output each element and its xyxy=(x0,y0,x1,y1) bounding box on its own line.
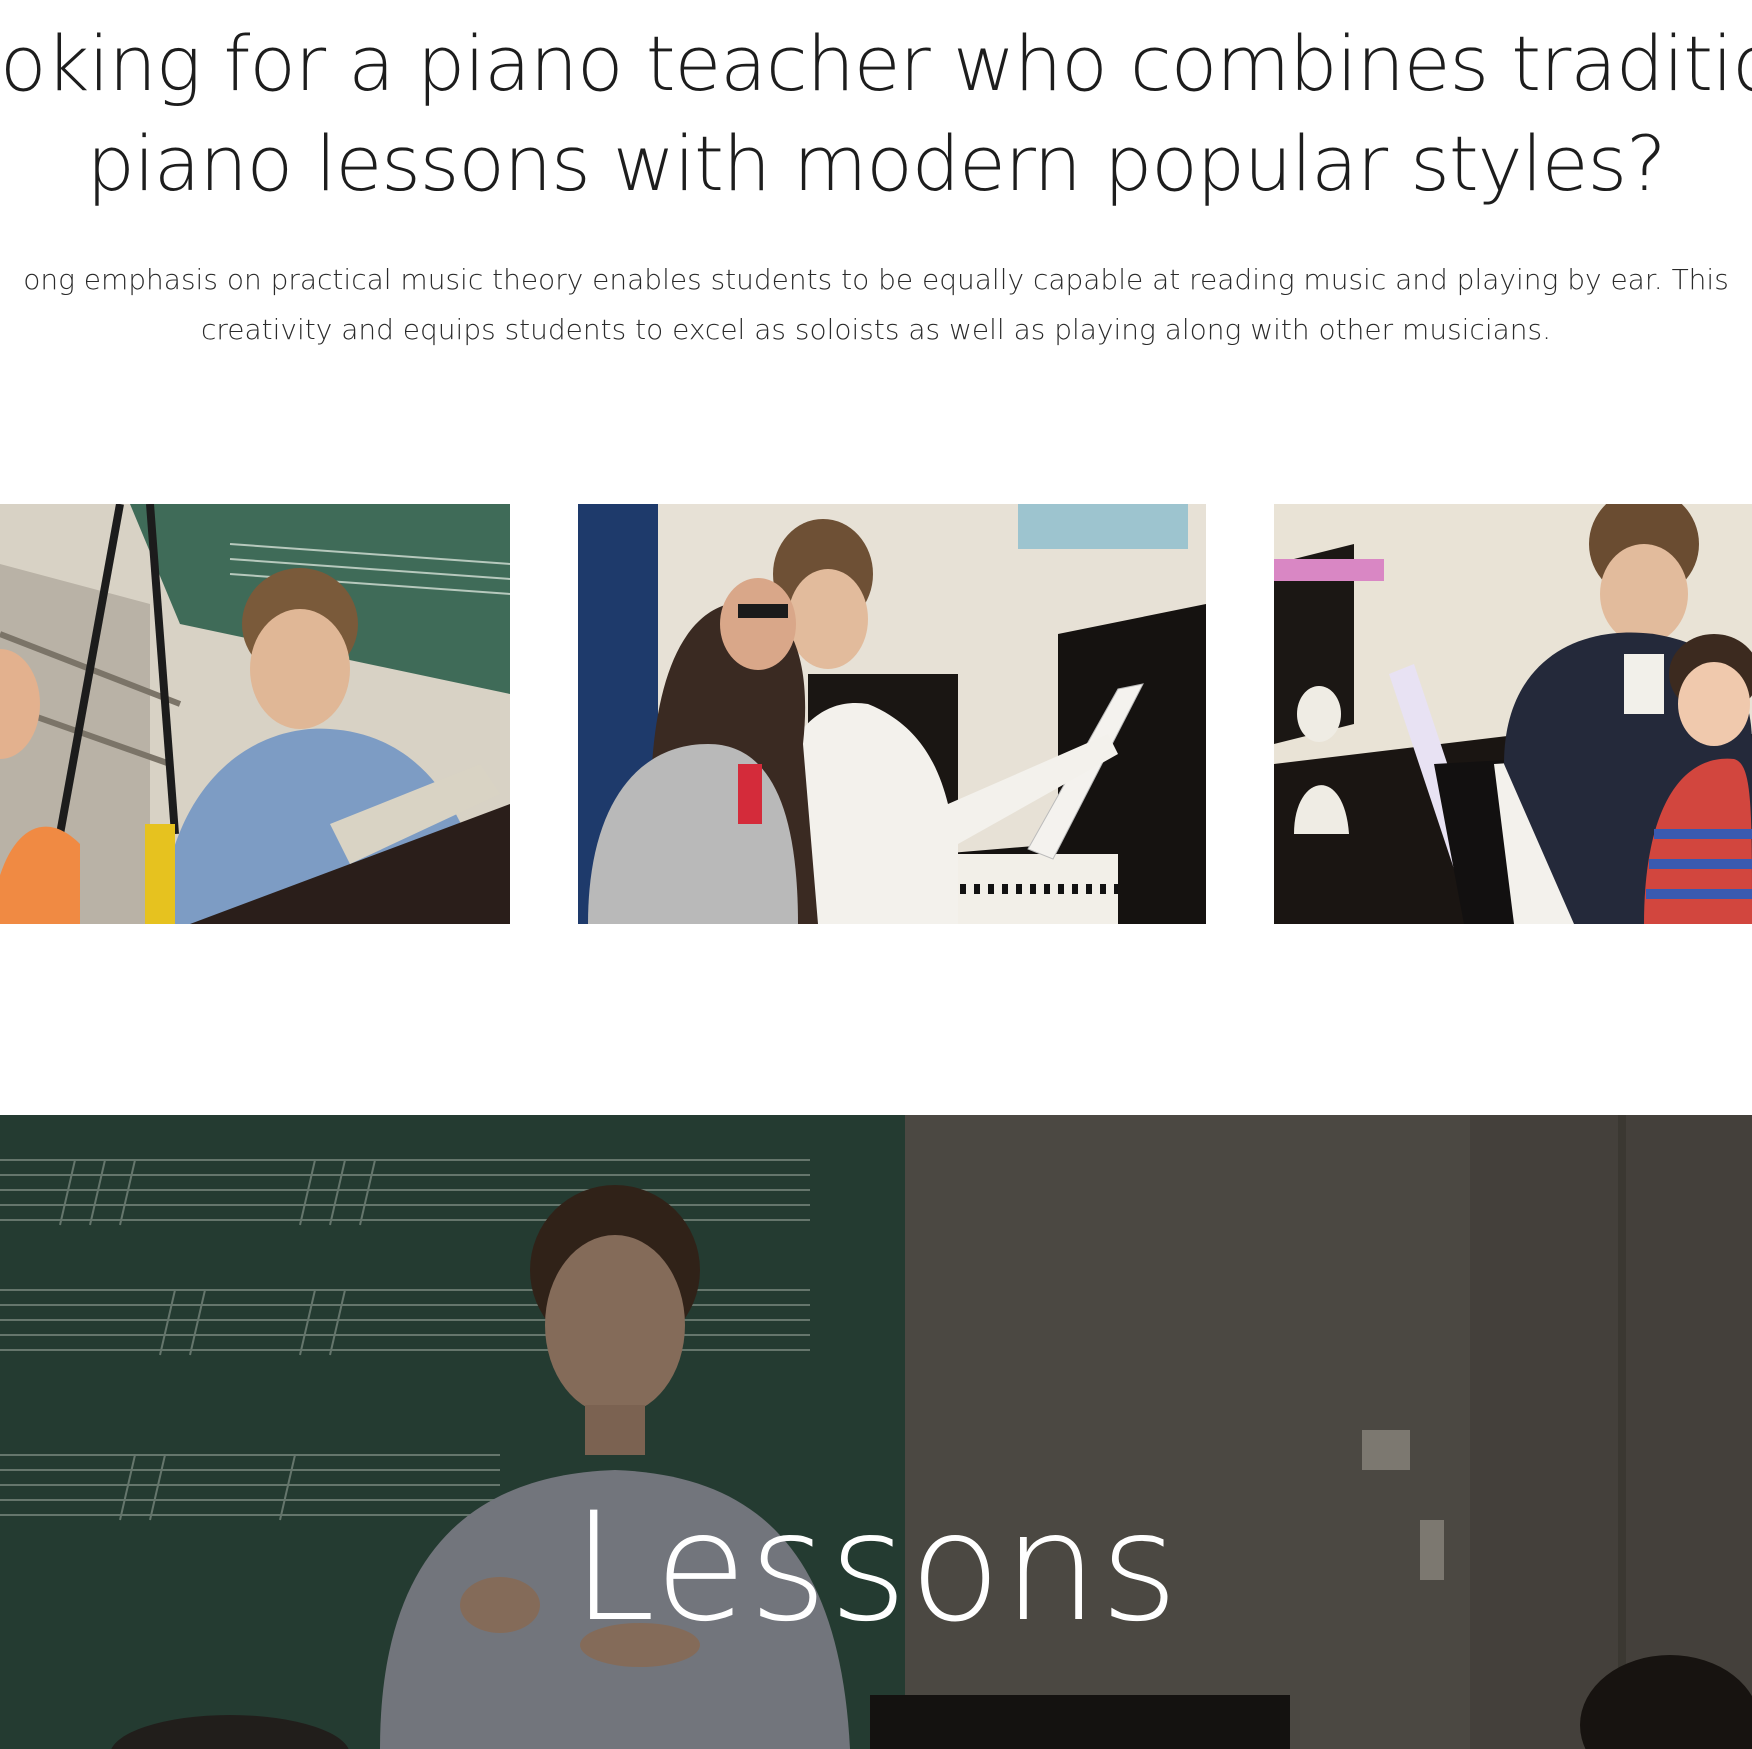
intro-paragraph-line-2: creativity and equips students to excel … xyxy=(200,313,1551,346)
page: oking for a piano teacher who combines t… xyxy=(0,0,1752,1749)
intro-heading: oking for a piano teacher who combines t… xyxy=(0,14,1752,214)
intro-heading-line-1: oking for a piano teacher who combines t… xyxy=(0,19,1752,108)
lessons-title: Lessons xyxy=(571,1481,1181,1655)
teacher-guiding-boy-at-piano-photo xyxy=(1274,504,1752,924)
teacher-pointing-at-sheet-music-photo xyxy=(578,504,1206,924)
intro-paragraph: ong emphasis on practical music theory e… xyxy=(0,255,1752,355)
teacher-with-child-at-piano-photo xyxy=(0,504,510,924)
gallery-photo-1 xyxy=(0,504,510,924)
intro-heading-line-2: piano lessons with modern popular styles… xyxy=(86,119,1667,208)
intro-paragraph-line-1: ong emphasis on practical music theory e… xyxy=(23,263,1729,296)
gallery-photo-2 xyxy=(578,504,1206,924)
gallery-photo-3 xyxy=(1274,504,1752,924)
